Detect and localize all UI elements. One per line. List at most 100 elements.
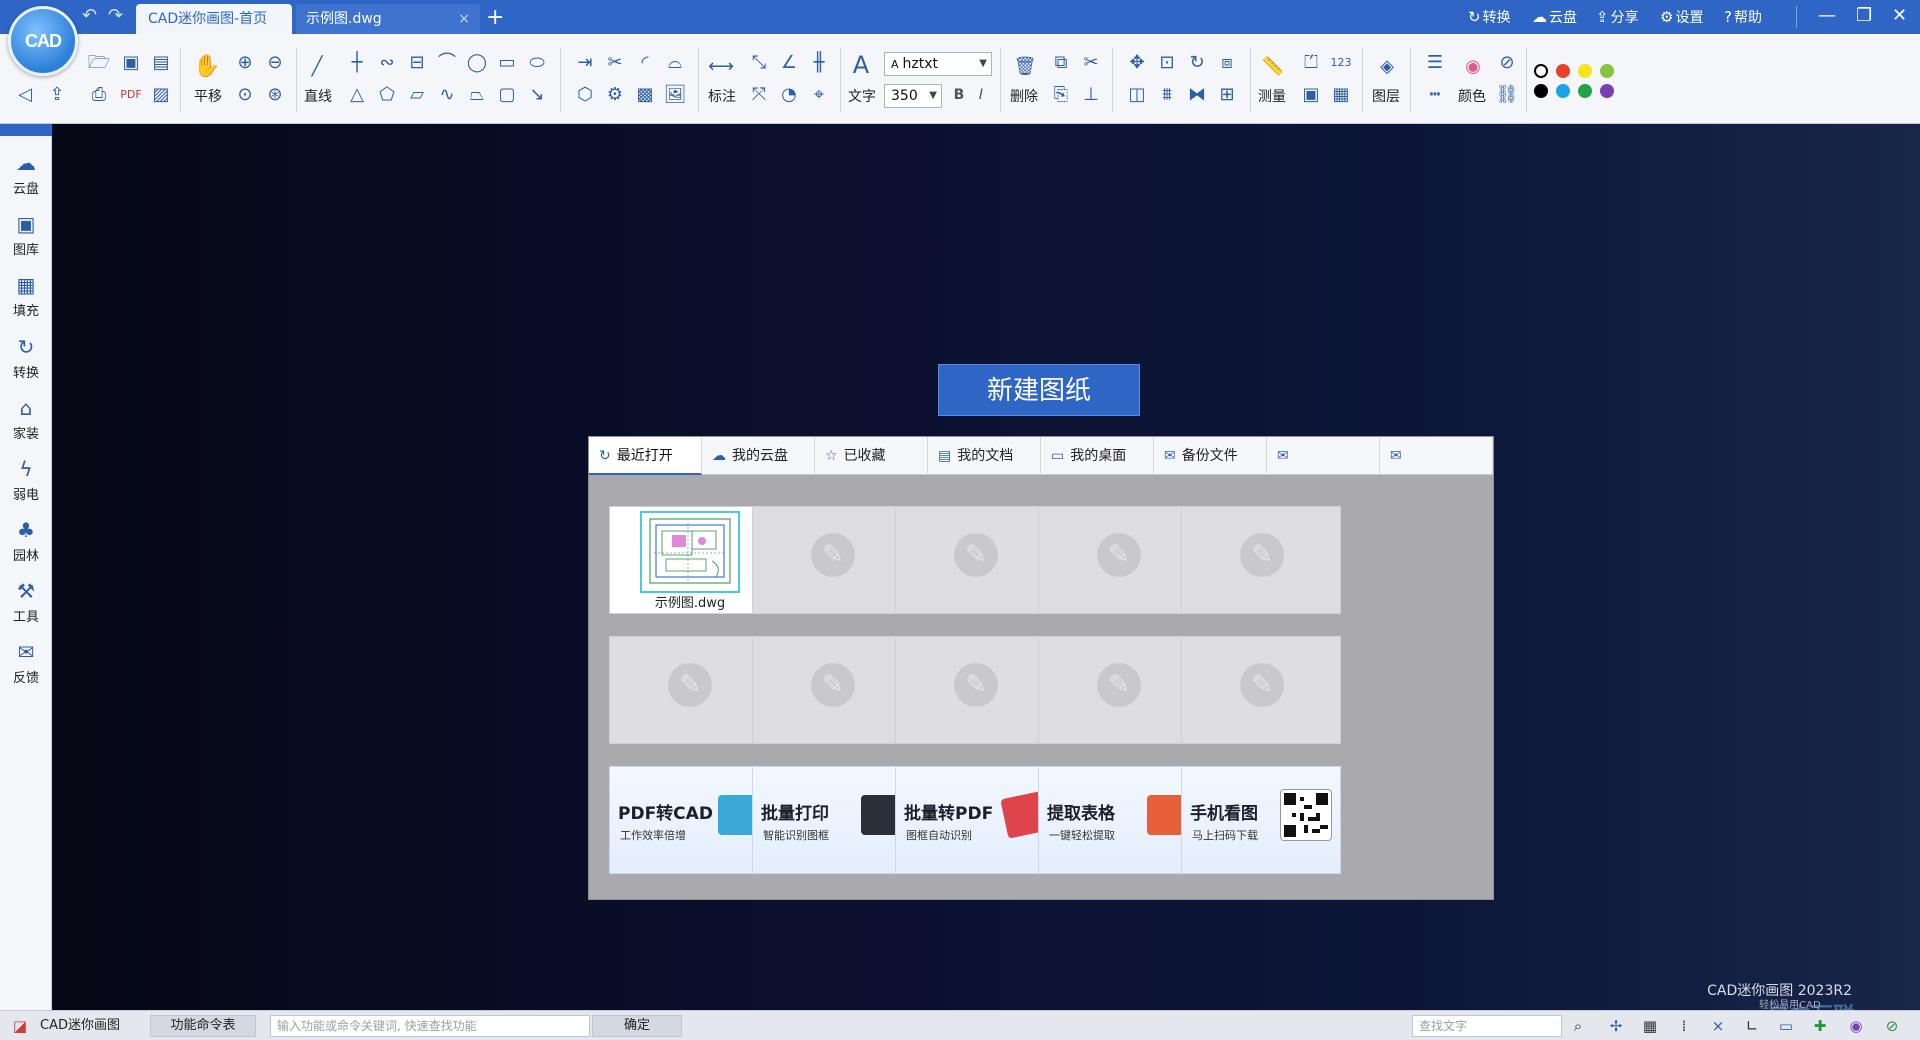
tab-my-desktop[interactable]: ▭ 我的桌面 bbox=[1041, 437, 1154, 475]
confirm-button[interactable]: 确定 bbox=[592, 1015, 682, 1037]
block-icon[interactable]: ◫ bbox=[1124, 82, 1150, 108]
tab-extra-1[interactable]: ✉ bbox=[1267, 437, 1380, 475]
print-icon[interactable]: ⎙ bbox=[86, 82, 112, 108]
tab-recent[interactable]: ↻ 最近打开 bbox=[589, 437, 702, 475]
promo-pdf-to-cad[interactable]: PDF转CAD 工作效率倍增 bbox=[609, 766, 769, 874]
table-icon[interactable]: ▦ bbox=[1328, 82, 1354, 108]
pan-hand-icon[interactable]: ✋ bbox=[193, 54, 220, 80]
sidebar-item-home-decor[interactable]: ⌂ 家装 bbox=[0, 393, 52, 449]
settings-button[interactable]: ⚙ 设置 bbox=[1660, 7, 1703, 28]
italic-icon[interactable]: I bbox=[968, 82, 994, 108]
zoom-extents-icon[interactable]: ⊛ bbox=[262, 82, 288, 108]
image-export-icon[interactable]: ▨ bbox=[148, 82, 174, 108]
drawing-canvas[interactable]: 新建图纸 ↻ 最近打开 ☁ 我的云盘 ☆ 已收藏 ▤ 我的文档 ▭ 我的桌面 ✉ 备份文件 … bbox=[53, 124, 1920, 1010]
spline-icon[interactable]: ∾ bbox=[374, 50, 400, 76]
move-icon[interactable]: ✥ bbox=[1124, 50, 1150, 76]
font-select[interactable]: Ahztxt ▼ bbox=[884, 52, 992, 76]
color-swatch-yellow[interactable] bbox=[1578, 64, 1592, 78]
insert-image-icon[interactable]: 🖼 bbox=[662, 82, 688, 108]
trapezoid-icon[interactable]: ⏢ bbox=[464, 82, 490, 108]
rotate-icon[interactable]: ↻ bbox=[1184, 50, 1210, 76]
triangle-icon[interactable]: △ bbox=[344, 82, 370, 108]
color-icon[interactable]: ◉ bbox=[1846, 1016, 1866, 1036]
cloud-button[interactable]: ☁ 云盘 bbox=[1532, 7, 1577, 28]
zoom-window-icon[interactable]: ⊙ bbox=[232, 82, 258, 108]
close-icon[interactable]: ✕ bbox=[1892, 4, 1907, 28]
measure-label[interactable]: 测量 bbox=[1258, 86, 1286, 106]
dot-grid-icon[interactable]: ⁞ bbox=[1674, 1016, 1694, 1036]
zoom-in-icon[interactable]: ⊕ bbox=[232, 50, 258, 76]
dimension-icon[interactable]: ⟷ bbox=[708, 54, 734, 80]
sidebar-item-cloud[interactable]: ☁ 云盘 bbox=[0, 148, 52, 204]
tab-backup-files[interactable]: ✉ 备份文件 bbox=[1154, 437, 1267, 475]
color-swatch-purple[interactable] bbox=[1600, 84, 1614, 98]
line-tool-icon[interactable]: ╱ bbox=[304, 54, 330, 80]
restore-icon[interactable]: ❐ bbox=[1856, 4, 1872, 28]
link-icon[interactable]: ⊘ bbox=[1882, 1016, 1902, 1036]
mirror-icon[interactable]: ⧓ bbox=[1184, 82, 1210, 108]
promo-batch-print[interactable]: 批量打印 智能识别图框 bbox=[752, 766, 912, 874]
leader-icon[interactable]: ⤧ bbox=[746, 82, 772, 108]
tab-my-cloud[interactable]: ☁ 我的云盘 bbox=[702, 437, 815, 475]
color-swatch-dark-green[interactable] bbox=[1578, 84, 1592, 98]
color-swatch-green[interactable] bbox=[1600, 64, 1614, 78]
scale-icon[interactable]: ⊡ bbox=[1154, 50, 1180, 76]
curve-icon[interactable]: ∿ bbox=[434, 82, 460, 108]
trim-icon[interactable]: ✂ bbox=[602, 50, 628, 76]
number-icon[interactable]: 123 bbox=[1328, 50, 1354, 76]
convert-button[interactable]: ↻ 转换 bbox=[1468, 7, 1511, 28]
text-tool-icon[interactable]: A bbox=[848, 52, 874, 78]
delete-label[interactable]: 删除 bbox=[1010, 86, 1038, 106]
picture-icon[interactable]: ▣ bbox=[1298, 82, 1324, 108]
arrow-icon[interactable]: ↘ bbox=[524, 82, 550, 108]
continuous-dim-icon[interactable]: ╫ bbox=[806, 50, 832, 76]
pdf-icon[interactable]: PDF bbox=[118, 82, 144, 108]
polar-icon[interactable]: ∟ bbox=[1742, 1016, 1762, 1036]
tab-my-documents[interactable]: ▤ 我的文档 bbox=[928, 437, 1041, 475]
aligned-dim-icon[interactable]: ⤡ bbox=[746, 50, 772, 76]
tab-favorites[interactable]: ☆ 已收藏 bbox=[815, 437, 928, 475]
coordinate-dim-icon[interactable]: ⌖ bbox=[806, 82, 832, 108]
color-wheel-icon[interactable]: ◉ bbox=[1460, 54, 1486, 80]
new-drawing-button[interactable]: 新建图纸 bbox=[938, 364, 1140, 416]
help-button[interactable]: ? 帮助 bbox=[1724, 7, 1762, 28]
save-icon[interactable]: ▣ bbox=[118, 50, 144, 76]
fillet-icon[interactable]: ◜ bbox=[632, 50, 658, 76]
area-measure-icon[interactable]: ⏍ bbox=[1298, 50, 1324, 76]
pan-label[interactable]: 平移 bbox=[194, 86, 222, 106]
line-type-icon[interactable]: ┅ bbox=[1422, 82, 1448, 108]
font-size-select[interactable]: 350 ▼ bbox=[884, 84, 942, 108]
arc-icon[interactable]: ⌒ bbox=[434, 50, 460, 76]
color-swatch-black[interactable] bbox=[1534, 64, 1548, 78]
tab-extra-2[interactable]: ✉ bbox=[1380, 437, 1493, 475]
redo-icon[interactable]: ↷ bbox=[108, 7, 123, 25]
open-folder-icon[interactable]: 🗁 bbox=[86, 50, 112, 76]
rectangle-icon[interactable]: ▭ bbox=[494, 50, 520, 76]
find-text-input[interactable]: 查找文字 bbox=[1412, 1015, 1562, 1037]
sidebar-item-tools[interactable]: ⚒ 工具 bbox=[0, 576, 52, 632]
chamfer-icon[interactable]: ⌓ bbox=[662, 50, 688, 76]
tab-home[interactable]: CAD迷你画图-首页 bbox=[136, 4, 292, 34]
extend-icon[interactable]: ⇥ bbox=[572, 50, 598, 76]
ortho-icon[interactable]: ⨯ bbox=[1708, 1016, 1728, 1036]
layer-label[interactable]: 图层 bbox=[1372, 86, 1400, 106]
text-label[interactable]: 文字 bbox=[848, 86, 876, 106]
pentagon-icon[interactable]: ⬠ bbox=[374, 82, 400, 108]
array-icon[interactable]: ⧈ bbox=[1214, 50, 1240, 76]
promo-mobile-view[interactable]: 手机看图 马上扫码下载 bbox=[1181, 766, 1341, 874]
color-swatch-red[interactable] bbox=[1556, 64, 1570, 78]
clone-icon[interactable]: ⩩ bbox=[1154, 82, 1180, 108]
line-label[interactable]: 直线 bbox=[304, 86, 332, 106]
app-logo[interactable]: CAD bbox=[8, 6, 78, 76]
sidebar-item-low-voltage[interactable]: ϟ 弱电 bbox=[0, 454, 52, 510]
stamp-icon[interactable]: ⊥ bbox=[1078, 82, 1104, 108]
parallelogram-icon[interactable]: ▱ bbox=[404, 82, 430, 108]
add-tab-icon[interactable]: + bbox=[486, 4, 504, 32]
line-weight-icon[interactable]: ☰ bbox=[1422, 50, 1448, 76]
grid-icon[interactable]: ▦ bbox=[1640, 1016, 1660, 1036]
undo-icon[interactable]: ↶ bbox=[82, 7, 97, 25]
sidebar-item-feedback[interactable]: ✉ 反馈 bbox=[0, 637, 52, 693]
command-search-input[interactable]: 输入功能或命令关键词, 快速查找功能 bbox=[270, 1015, 590, 1037]
promo-extract-table[interactable]: 提取表格 一键轻松提取 bbox=[1038, 766, 1198, 874]
color-label[interactable]: 颜色 bbox=[1458, 86, 1486, 106]
